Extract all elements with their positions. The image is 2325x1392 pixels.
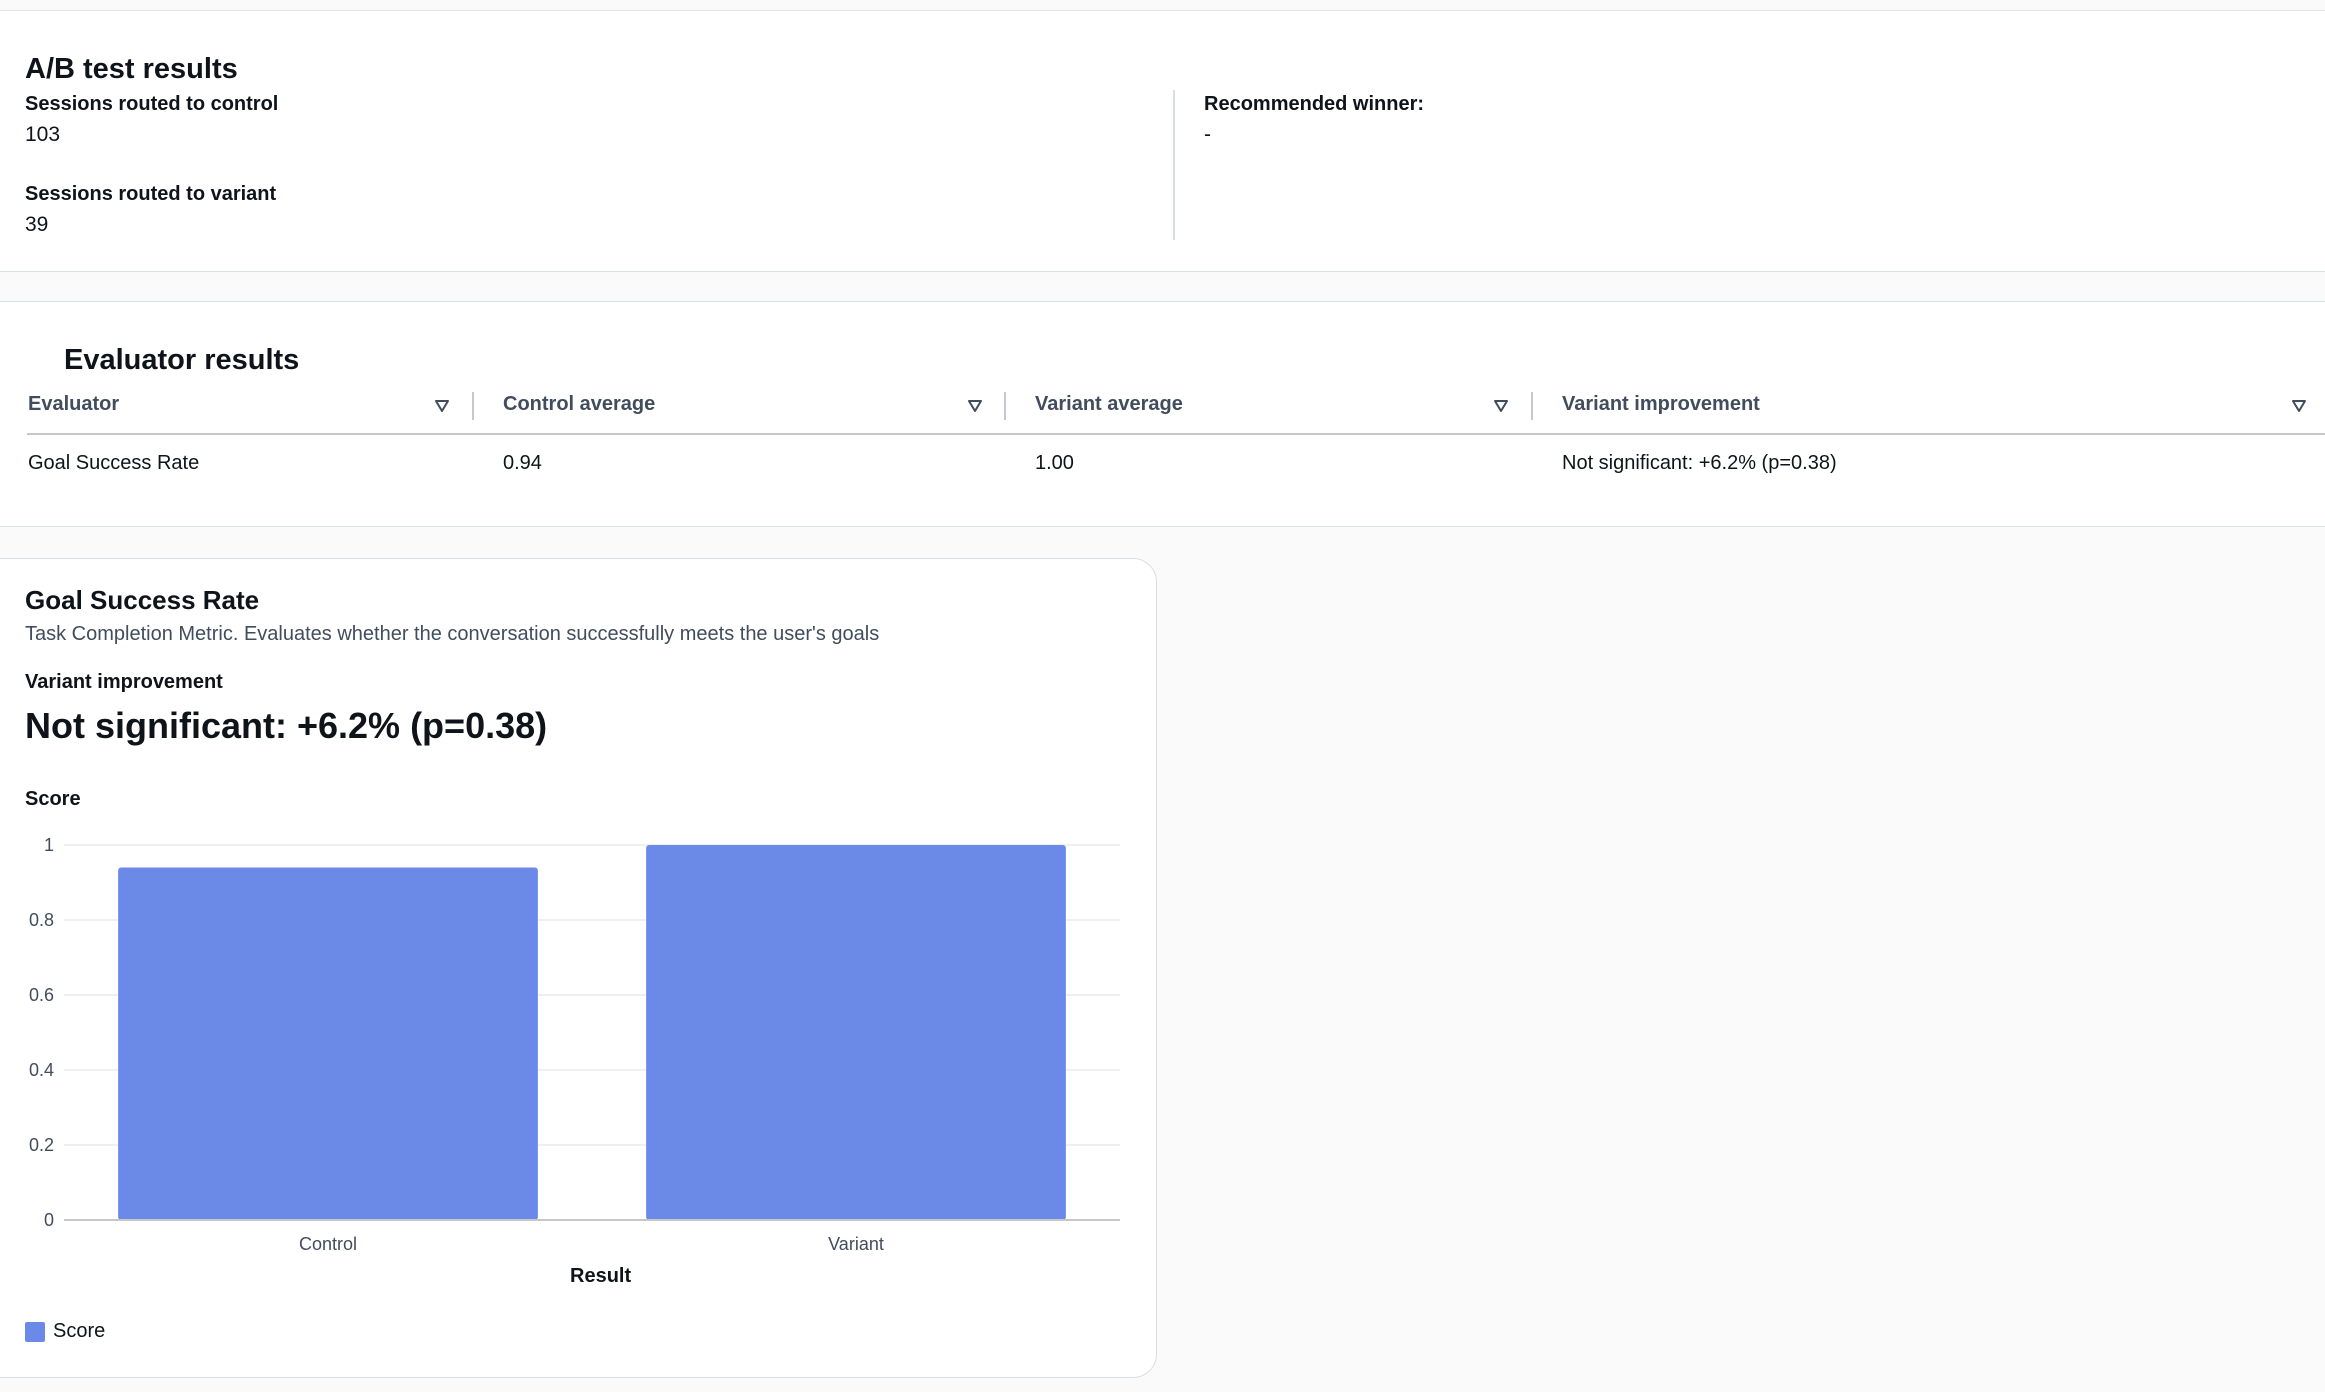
chart-y-axis-title: Score [25,788,81,810]
column-separator[interactable] [1531,392,1533,420]
column-header-variant-improvement[interactable]: Variant improvement [1562,393,1760,416]
evaluator-results-title[interactable]: Evaluator results [64,344,299,377]
y-tick-label: 0 [44,1210,54,1230]
sort-icon[interactable] [967,398,983,414]
sort-icon[interactable] [1493,398,1509,414]
column-separator[interactable] [472,392,474,420]
sort-icon[interactable] [434,398,450,414]
y-tick-label: 0.2 [29,1135,54,1155]
sort-icon[interactable] [2291,398,2307,414]
bar-variant [646,845,1066,1220]
control-sessions-label: Sessions routed to control [25,93,279,115]
x-tick-label: Control [299,1234,357,1254]
table-header-divider [27,433,2325,435]
x-tick-label: Variant [828,1234,884,1254]
variant-sessions-label: Sessions routed to variant [25,183,277,205]
table-cell-variant-average: 1.00 [1035,452,1074,474]
table-cell-variant-improvement: Not significant: +6.2% (p=0.38) [1562,452,1837,474]
column-header-evaluator[interactable]: Evaluator [28,393,119,416]
ab-test-title: A/B test results [25,53,238,85]
column-header-variant-average[interactable]: Variant average [1035,393,1183,416]
goal-success-rate-title: Goal Success Rate [25,585,260,615]
variant-improvement-value: Not significant: +6.2% (p=0.38) [25,705,548,746]
y-tick-label: 0.8 [29,910,54,930]
chart-x-axis-title: Result [570,1265,632,1287]
goal-success-rate-description: Task Completion Metric. Evaluates whethe… [25,623,880,645]
legend-swatch [25,1321,45,1342]
ab-test-card [0,10,2325,272]
column-header-control-average[interactable]: Control average [503,393,655,416]
recommended-winner-label: Recommended winner: [1204,93,1425,115]
column-divider [1173,90,1175,240]
recommended-winner-value: - [1204,123,1211,146]
column-separator[interactable] [1004,392,1006,420]
chart-legend: Score [25,1320,105,1343]
variant-improvement-label: Variant improvement [25,671,223,693]
bar-control [118,867,538,1220]
table-cell-control-average: 0.94 [503,452,542,474]
control-sessions-value: 103 [25,123,61,146]
legend-label: Score [53,1320,106,1342]
bar-chart: 1 0.8 0.6 0.4 0.2 0 Control Variant [29,835,1120,1254]
table-cell-evaluator: Goal Success Rate [28,452,200,474]
y-tick-label: 1 [44,835,54,855]
y-tick-label: 0.6 [29,985,54,1005]
variant-sessions-value: 39 [25,213,49,236]
y-tick-label: 0.4 [29,1060,54,1080]
